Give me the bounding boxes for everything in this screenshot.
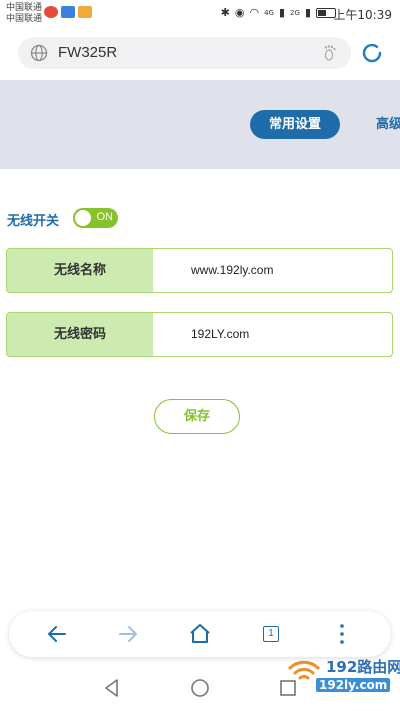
app-notification-icon (61, 6, 75, 18)
weibo-notification-icon (44, 6, 58, 18)
tabs-button[interactable]: 1 (259, 622, 283, 646)
carrier-2: 中国联通 (6, 14, 43, 24)
url-text[interactable]: FW325R (58, 44, 117, 61)
carrier-info: 中国联通 中国联通 (6, 3, 42, 25)
signal-icon-2: ▮ (304, 6, 311, 19)
network-2g-label: 2G (290, 8, 300, 17)
watermark-url: 192ly.com (316, 678, 391, 692)
tab-common-settings[interactable]: 常用设置 (250, 110, 340, 139)
password-field: 无线密码 192LY.com (6, 312, 393, 357)
ssid-label: 无线名称 (7, 249, 153, 292)
game-notification-icon (78, 6, 92, 18)
router-header: 常用设置 高级 (0, 80, 400, 169)
home-icon[interactable] (188, 622, 212, 646)
more-menu-icon[interactable] (330, 622, 354, 646)
signal-icon: ▮ (278, 6, 286, 19)
phone-screen: 中国联通 中国联通 ✱ ◉ ◠ 4G ▮ 2G ▮ 上午10:39 FW325R (0, 0, 400, 711)
carrier-1: 中国联通 (6, 3, 43, 13)
forward-arrow-icon[interactable] (116, 622, 140, 646)
globe-icon (30, 44, 48, 62)
clock: 上午10:39 (333, 8, 392, 22)
back-arrow-icon[interactable] (45, 622, 69, 646)
nav-home-icon[interactable] (189, 677, 211, 699)
footprint-icon[interactable] (321, 44, 339, 62)
eye-icon: ◉ (234, 6, 245, 19)
address-bar[interactable]: FW325R (18, 37, 351, 69)
password-label: 无线密码 (7, 313, 153, 356)
wifi-icon: ◠ (249, 6, 260, 19)
tabs-count: 1 (263, 626, 279, 642)
toggle-state-text: ON (96, 211, 114, 223)
save-button[interactable]: 保存 (154, 399, 240, 434)
password-input[interactable]: 192LY.com (191, 313, 249, 356)
system-icons: ✱ ◉ ◠ 4G ▮ 2G ▮ (221, 6, 336, 19)
bluetooth-icon: ✱ (220, 6, 230, 19)
refresh-icon[interactable] (359, 40, 385, 66)
watermark: 192路由网 192ly.com (284, 654, 400, 694)
tab-advanced[interactable]: 高级 (376, 110, 400, 139)
wifi-switch-label: 无线开关 (7, 214, 60, 229)
browser-toolbar: 1 (9, 611, 391, 657)
wifi-toggle[interactable]: ON (73, 208, 118, 228)
nav-back-icon[interactable] (101, 677, 123, 699)
toggle-knob (75, 210, 91, 226)
notification-icons (44, 6, 92, 18)
status-bar: 中国联通 中国联通 ✱ ◉ ◠ 4G ▮ 2G ▮ 上午10:39 (0, 0, 400, 28)
watermark-brand: 192路由网 (326, 658, 400, 676)
ssid-input[interactable]: www.192ly.com (191, 249, 273, 292)
ssid-field: 无线名称 www.192ly.com (6, 248, 393, 293)
network-4g-label: 4G (264, 8, 274, 17)
